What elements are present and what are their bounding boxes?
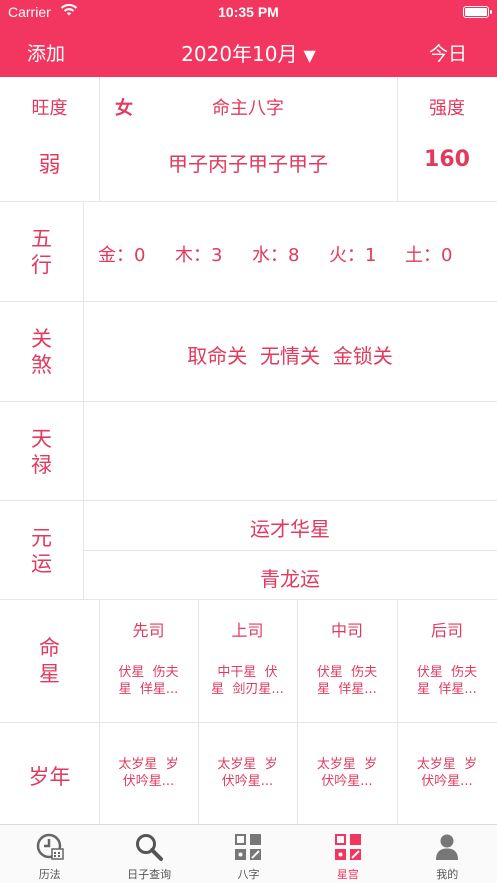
month-picker[interactable]: 2020年10月 ▼ <box>0 38 497 67</box>
caret-down-icon: ▼ <box>303 46 316 65</box>
mingxing-row: 命星 先司 伏星 伤夫星 佯星... 上司 中干星 伏星 剑刃星... 中司 伏… <box>0 600 497 723</box>
tab-bar: 历法 日子查询 八字 星宫 我的 <box>0 824 497 883</box>
gender-label: 女 <box>115 98 133 119</box>
tab-date-search[interactable]: 日子查询 <box>99 825 198 883</box>
wuxing-label: 五行 <box>31 227 52 277</box>
element-water: 水：8 <box>252 245 300 266</box>
yuanyun-row: 元运 运才华星 青龙运 <box>0 501 497 600</box>
mingxing-col-header: 中司 <box>330 621 363 640</box>
mingxing-col-stars: 伏星 伤夫星 佯星... <box>118 665 179 697</box>
guansha-value: 取命关 无情关 金锁关 <box>187 344 393 368</box>
calendar-clock-icon <box>36 833 64 860</box>
mingxing-col-stars: 伏星 伤夫星 佯星... <box>416 665 478 697</box>
mingxing-col-header: 后司 <box>430 621 463 640</box>
today-button[interactable]: 今日 <box>429 39 467 66</box>
tab-label: 星宫 <box>336 868 359 881</box>
element-earth: 土：0 <box>405 245 453 266</box>
yuanyun-luck: 青龙运 <box>260 567 320 591</box>
grid-icon <box>334 834 361 860</box>
bazi-row: 旺度 弱 女 命主八字 甲子丙子甲子甲子 强度 160 <box>0 77 497 202</box>
element-wood: 木：3 <box>175 245 223 266</box>
grid-icon <box>235 834 262 860</box>
strength-label: 旺度 <box>31 98 68 119</box>
nav-bar: 添加 2020年10月 ▼ 今日 <box>0 25 497 77</box>
mingxing-col-stars: 伏星 伤夫星 佯星... <box>316 665 378 697</box>
yuanyun-star: 运才华星 <box>250 517 330 541</box>
mingxing-col-header: 上司 <box>231 621 264 640</box>
score-label: 强度 <box>429 98 465 119</box>
suinian-col-stars: 太岁星 岁伏吟星... <box>416 757 478 789</box>
tab-profile[interactable]: 我的 <box>398 825 497 883</box>
tab-star-palace[interactable]: 星宫 <box>298 825 397 883</box>
element-metal: 金：0 <box>98 245 146 266</box>
mingxing-col-stars: 中干星 伏星 剑刃星... <box>211 665 284 697</box>
strength-value: 弱 <box>38 153 61 178</box>
month-title: 2020年10月 <box>181 42 298 66</box>
score-value: 160 <box>424 147 470 172</box>
tab-bazi[interactable]: 八字 <box>199 825 298 883</box>
status-bar: Carrier 10:35 PM <box>0 0 497 25</box>
mingxing-col-header: 先司 <box>132 621 165 640</box>
suinian-col-stars: 太岁星 岁伏吟星... <box>118 757 179 789</box>
tianlu-row: 天禄 <box>0 402 497 501</box>
chart-label: 命主八字 <box>212 98 284 119</box>
guansha-label: 关煞 <box>31 327 52 377</box>
tab-label: 八字 <box>237 868 260 881</box>
suinian-label: 岁年 <box>28 765 71 789</box>
suinian-col-stars: 太岁星 岁伏吟星... <box>217 757 278 789</box>
mingxing-label: 命星 <box>39 636 60 686</box>
tab-label: 日子查询 <box>127 868 172 881</box>
search-icon <box>136 834 164 861</box>
element-fire: 火：1 <box>329 245 377 266</box>
guansha-row: 关煞 取命关 无情关 金锁关 <box>0 302 497 402</box>
star-palace-table: 旺度 弱 女 命主八字 甲子丙子甲子甲子 强度 160 五行 金：0 木：3 水… <box>0 77 497 824</box>
wuxing-row: 五行 金：0 木：3 水：8 火：1 土：0 <box>0 202 497 302</box>
tab-label: 我的 <box>436 868 459 881</box>
bazi-chart-value: 甲子丙子甲子甲子 <box>168 152 328 176</box>
tab-label: 历法 <box>38 868 61 881</box>
yuanyun-label: 元运 <box>31 526 52 576</box>
battery-icon <box>463 6 492 18</box>
clock: 10:35 PM <box>218 4 279 20</box>
tab-calendar[interactable]: 历法 <box>0 825 99 883</box>
suinian-col-stars: 太岁星 岁伏吟星... <box>316 757 378 789</box>
suinian-row: 岁年 太岁星 岁伏吟星... 太岁星 岁伏吟星... 太岁星 岁伏吟星... 太… <box>0 723 497 824</box>
person-icon <box>436 834 459 860</box>
tianlu-label: 天禄 <box>31 427 52 477</box>
